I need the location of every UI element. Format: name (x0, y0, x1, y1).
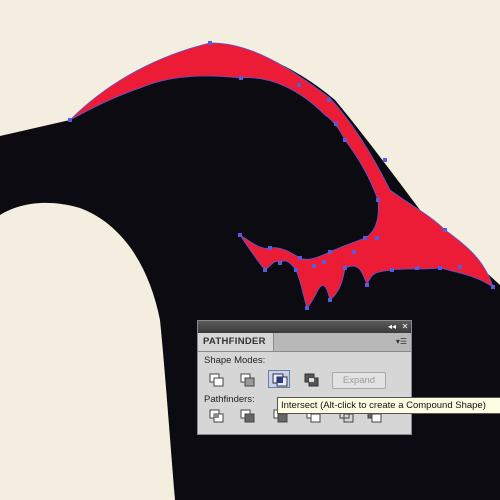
intersect-icon (272, 373, 288, 387)
intersect-tooltip: Intersect (Alt-click to create a Compoun… (277, 397, 500, 414)
panel-menu-icon[interactable]: ▾☰ (396, 337, 407, 346)
expand-button[interactable]: Expand (332, 372, 386, 389)
panel-tab-row: PATHFINDER ▾☰ (198, 333, 411, 352)
pathfinders-label: Pathfinders: (204, 394, 255, 405)
intersect-button[interactable] (268, 370, 290, 388)
pathfinder-panel: ◂◂ ✕ PATHFINDER ▾☰ Shape Modes: Expand P… (197, 320, 412, 435)
divide-icon (209, 409, 224, 423)
close-panel-icon[interactable]: ✕ (399, 322, 411, 332)
unite-icon (209, 373, 224, 387)
exclude-button[interactable] (301, 371, 323, 389)
shape-modes-label: Shape Modes: (204, 355, 266, 366)
minus-front-icon (240, 373, 255, 387)
divide-button[interactable] (206, 407, 228, 425)
trim-icon (240, 409, 255, 423)
panel-title-bar[interactable]: ◂◂ ✕ (198, 321, 411, 333)
collapse-panel-icon[interactable]: ◂◂ (386, 322, 398, 332)
tab-pathfinder[interactable]: PATHFINDER (198, 333, 274, 351)
minus-front-button[interactable] (237, 371, 259, 389)
exclude-icon (304, 373, 319, 387)
unite-button[interactable] (206, 371, 228, 389)
trim-button[interactable] (237, 407, 259, 425)
